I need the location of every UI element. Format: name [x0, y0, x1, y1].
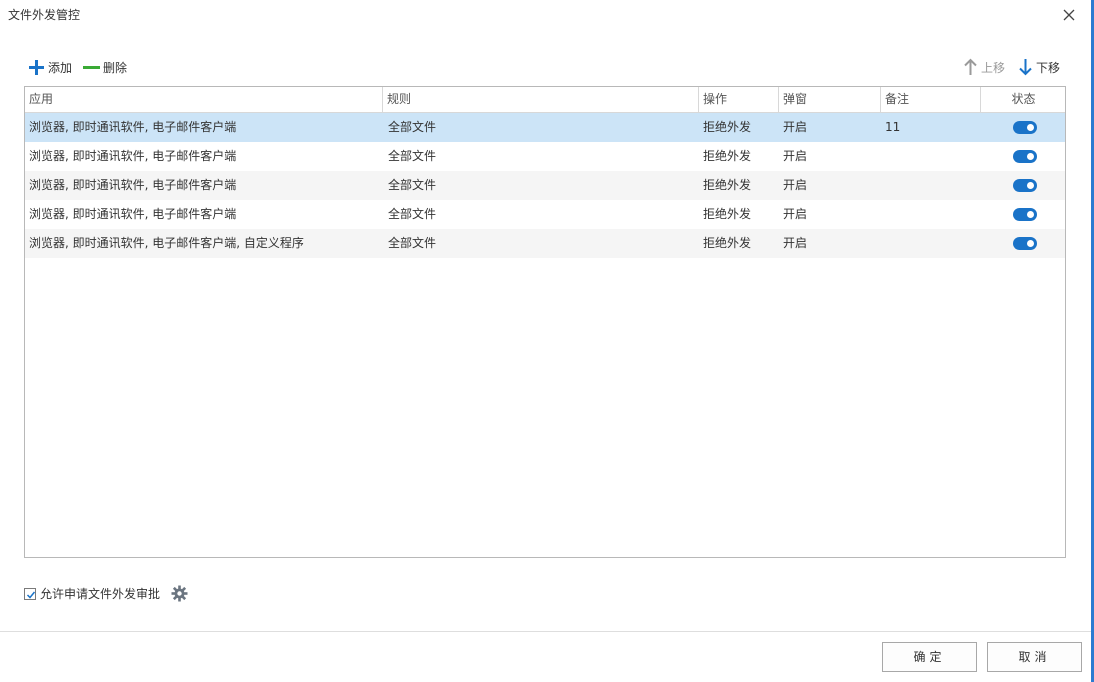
move-down-button[interactable]: 下移 [1018, 58, 1060, 76]
cell-rule: 全部文件 [388, 120, 437, 134]
status-toggle[interactable] [1013, 150, 1037, 163]
toggle-knob [1027, 240, 1034, 247]
toggle-knob [1027, 182, 1034, 189]
cancel-button[interactable]: 取消 [987, 642, 1082, 672]
close-icon [1063, 9, 1075, 21]
toggle-knob [1027, 153, 1034, 160]
settings-button[interactable] [171, 585, 188, 602]
move-up-button[interactable]: 上移 [963, 58, 1005, 76]
checkmark-icon [26, 591, 36, 599]
cell-app: 浏览器, 即时通讯软件, 电子邮件客户端 [29, 178, 237, 192]
rules-table: 应用 规则 操作 弹窗 备注 状态 浏览器, 即时通讯软件, 电子邮件客户端 全… [24, 86, 1066, 558]
cell-operation: 拒绝外发 [703, 178, 752, 192]
cell-app: 浏览器, 即时通讯软件, 电子邮件客户端, 自定义程序 [29, 236, 304, 250]
cell-note [880, 171, 980, 200]
gear-icon [171, 585, 188, 602]
table-row[interactable]: 浏览器, 即时通讯软件, 电子邮件客户端 全部文件 拒绝外发 开启 [25, 200, 1065, 229]
allow-request-label[interactable]: 允许申请文件外发审批 [40, 585, 160, 602]
cell-note [880, 229, 980, 258]
cell-popup: 开启 [783, 178, 808, 192]
cell-note: 11 [885, 120, 901, 134]
toggle-knob [1027, 211, 1034, 218]
column-header-popup[interactable]: 弹窗 [778, 87, 880, 112]
close-button[interactable] [1058, 4, 1080, 26]
table-header: 应用 规则 操作 弹窗 备注 状态 [25, 87, 1065, 113]
column-header-operation[interactable]: 操作 [698, 87, 778, 112]
cell-operation: 拒绝外发 [703, 207, 752, 221]
cell-note [880, 200, 980, 229]
arrow-down-icon [1019, 59, 1032, 76]
cell-popup: 开启 [783, 207, 808, 221]
window-title: 文件外发管控 [8, 8, 81, 22]
cell-popup: 开启 [783, 236, 808, 250]
cell-rule: 全部文件 [388, 149, 437, 163]
cell-popup: 开启 [783, 120, 808, 134]
plus-icon [29, 59, 44, 75]
column-header-note[interactable]: 备注 [880, 87, 980, 112]
footer-divider [0, 631, 1091, 632]
column-header-status[interactable]: 状态 [980, 87, 1065, 112]
cell-operation: 拒绝外发 [703, 149, 752, 163]
status-toggle[interactable] [1013, 208, 1037, 221]
move-down-label: 下移 [1036, 60, 1061, 75]
add-label: 添加 [48, 60, 73, 75]
minus-icon [83, 65, 100, 69]
status-toggle[interactable] [1013, 179, 1037, 192]
cell-rule: 全部文件 [388, 207, 437, 221]
cell-operation: 拒绝外发 [703, 120, 752, 134]
table-row[interactable]: 浏览器, 即时通讯软件, 电子邮件客户端 全部文件 拒绝外发 开启 [25, 142, 1065, 171]
status-toggle[interactable] [1013, 121, 1037, 134]
cell-app: 浏览器, 即时通讯软件, 电子邮件客户端 [29, 120, 237, 134]
cell-app: 浏览器, 即时通讯软件, 电子邮件客户端 [29, 149, 237, 163]
delete-label: 删除 [103, 60, 128, 75]
table-row[interactable]: 浏览器, 即时通讯软件, 电子邮件客户端, 自定义程序 全部文件 拒绝外发 开启 [25, 229, 1065, 258]
status-toggle[interactable] [1013, 237, 1037, 250]
cell-rule: 全部文件 [388, 178, 437, 192]
allow-request-option: 允许申请文件外发审批 [24, 585, 160, 602]
toggle-knob [1027, 124, 1034, 131]
move-up-label: 上移 [981, 60, 1006, 75]
add-button[interactable]: 添加 [28, 58, 72, 76]
cell-note [880, 142, 980, 171]
cell-rule: 全部文件 [388, 236, 437, 250]
cell-app: 浏览器, 即时通讯软件, 电子邮件客户端 [29, 207, 237, 221]
cell-popup: 开启 [783, 149, 808, 163]
delete-button[interactable]: 删除 [83, 58, 127, 76]
table-row[interactable]: 浏览器, 即时通讯软件, 电子邮件客户端 全部文件 拒绝外发 开启 11 [25, 113, 1065, 142]
column-header-rule[interactable]: 规则 [382, 87, 698, 112]
column-header-app[interactable]: 应用 [25, 87, 382, 112]
cell-operation: 拒绝外发 [703, 236, 752, 250]
ok-button[interactable]: 确定 [882, 642, 977, 672]
table-row[interactable]: 浏览器, 即时通讯软件, 电子邮件客户端 全部文件 拒绝外发 开启 [25, 171, 1065, 200]
allow-request-checkbox[interactable] [24, 587, 36, 600]
arrow-up-icon [964, 58, 977, 75]
